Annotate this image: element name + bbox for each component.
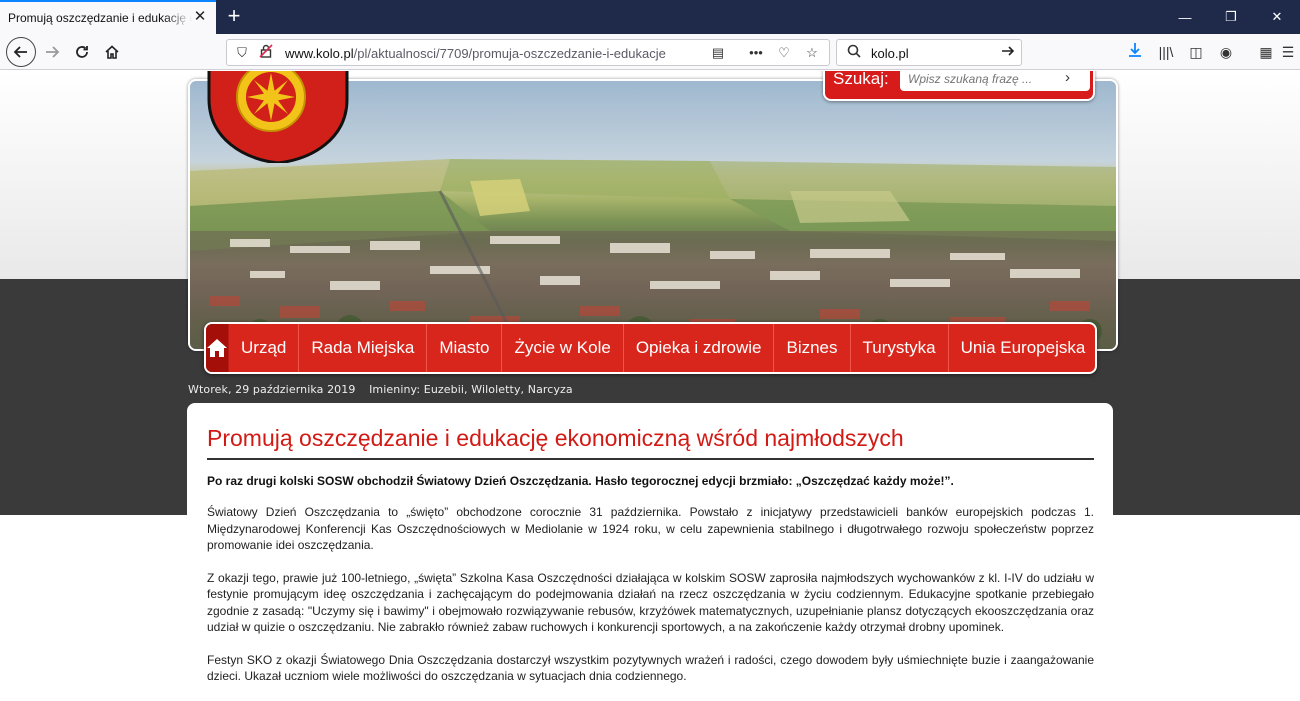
web-page: Szukaj: › Urząd Rada Miejska Miasto Życi…	[0, 71, 1300, 701]
browser-tab-bar: Promują oszczędzanie i edukację ekonomic…	[0, 0, 1300, 34]
back-button[interactable]	[6, 37, 36, 67]
site-search-box: Szukaj: ›	[823, 71, 1095, 101]
new-tab-button[interactable]: +	[222, 4, 246, 28]
chevron-right-icon[interactable]: ›	[1065, 71, 1070, 86]
insecure-lock-icon[interactable]	[257, 44, 275, 62]
article-paragraph: Światowy Dzień Oszczędzania to „święto” …	[207, 505, 1094, 552]
tab-title: Promują oszczędzanie i edukację ekonomic…	[8, 11, 192, 25]
article-lead: Po raz drugi kolski SOSW obchodził Świat…	[207, 474, 954, 488]
article-container: Promują oszczędzanie i edukację ekonomic…	[187, 403, 1113, 701]
search-go-icon[interactable]	[999, 44, 1017, 62]
shield-icon[interactable]: ⛉	[233, 44, 251, 62]
main-menu: Urząd Rada Miejska Miasto Życie w Kole O…	[204, 322, 1097, 374]
sidebar-icon[interactable]: ◫	[1186, 42, 1206, 62]
home-icon	[105, 45, 119, 59]
url-bar[interactable]: ⛉ www.kolo.pl/pl/aktualnosci/7709/promuj…	[226, 39, 830, 66]
more-actions-icon[interactable]: •••	[747, 44, 765, 62]
arrow-left-icon	[13, 46, 27, 58]
search-icon	[845, 44, 863, 62]
menu-item-biznes[interactable]: Biznes	[774, 324, 851, 372]
restore-button[interactable]: ❐	[1208, 0, 1254, 34]
pocket-icon[interactable]: ♡	[775, 44, 793, 62]
reload-icon	[76, 46, 88, 58]
reload-button[interactable]	[68, 38, 96, 66]
bookmark-star-icon[interactable]: ☆	[803, 44, 821, 62]
nameday: Imieniny: Euzebii, Wiloletty, Narcyza	[369, 383, 573, 396]
library-icon[interactable]: |||\	[1156, 42, 1176, 62]
menu-home-button[interactable]	[206, 324, 229, 372]
account-icon[interactable]: ◉	[1216, 42, 1236, 62]
browser-search-value: kolo.pl	[871, 46, 909, 61]
home-button[interactable]	[98, 38, 126, 66]
current-date: Wtorek, 29 października 2019	[188, 383, 356, 396]
minimize-button[interactable]: —	[1162, 0, 1208, 34]
url-text: www.kolo.pl/pl/aktualnosci/7709/promuja-…	[285, 46, 685, 61]
coat-of-arms-logo[interactable]	[207, 71, 349, 163]
search-label: Szukaj:	[833, 71, 889, 88]
article-paragraph: Z okazji tego, prawie już 100-letniego, …	[207, 570, 1094, 635]
browser-nav-bar: ⛉ www.kolo.pl/pl/aktualnosci/7709/promuj…	[0, 34, 1300, 70]
browser-tab-active[interactable]: Promują oszczędzanie i edukację ekonomic…	[0, 0, 216, 34]
url-domain: www.kolo.pl	[285, 46, 354, 61]
extensions-icon[interactable]: ▦	[1256, 42, 1276, 62]
article-title: Promują oszczędzanie i edukację ekonomic…	[207, 425, 1094, 460]
menu-item-zycie-w-kole[interactable]: Życie w Kole	[502, 324, 624, 372]
url-path: /pl/aktualnosci/7709/promuja-oszczedzani…	[353, 46, 666, 61]
download-icon[interactable]	[1125, 42, 1145, 62]
site-search-input[interactable]	[900, 71, 1090, 91]
menu-item-urzad[interactable]: Urząd	[229, 324, 300, 372]
menu-icon[interactable]: ☰	[1278, 42, 1298, 62]
menu-item-rada-miejska[interactable]: Rada Miejska	[299, 324, 428, 372]
article-paragraph: Festyn SKO z okazji Światowego Dnia Oszc…	[207, 652, 1094, 684]
close-window-button[interactable]: ✕	[1254, 0, 1300, 34]
menu-item-unia-europejska[interactable]: Unia Europejska	[949, 324, 1095, 372]
close-icon[interactable]: ✕	[192, 9, 208, 25]
forward-button[interactable]	[38, 38, 66, 66]
arrow-right-icon	[46, 46, 60, 58]
menu-item-miasto[interactable]: Miasto	[427, 324, 503, 372]
reader-view-icon[interactable]: ▤	[709, 44, 727, 62]
menu-item-opieka-i-zdrowie[interactable]: Opieka i zdrowie	[624, 324, 775, 372]
browser-search-bar[interactable]: kolo.pl	[836, 39, 1022, 66]
home-icon	[207, 339, 227, 357]
menu-item-turystyka[interactable]: Turystyka	[851, 324, 949, 372]
date-line: Wtorek, 29 października 2019 Imieniny: E…	[188, 383, 573, 396]
